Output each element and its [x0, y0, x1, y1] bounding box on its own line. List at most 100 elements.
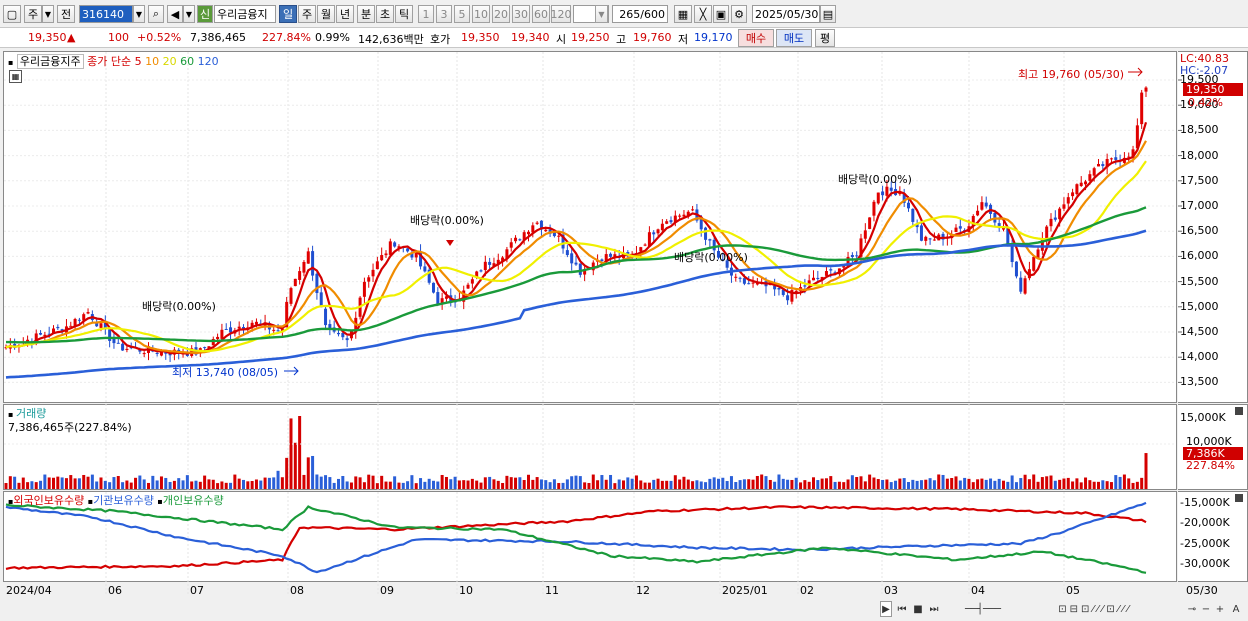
- volume-bar: [432, 480, 435, 489]
- holdings-legend: ▪외국인보유수량 ▪기관보유수량 ▪개인보유수량: [8, 494, 224, 507]
- volume-bar: [242, 479, 245, 489]
- candle-body: [470, 279, 474, 284]
- ma-label-20: 20: [162, 55, 177, 68]
- volume-bar: [1027, 479, 1031, 489]
- candle-body: [872, 201, 876, 216]
- candle-body: [786, 295, 790, 301]
- volume-bar: [470, 478, 474, 489]
- stop-icon[interactable]: ■: [911, 601, 925, 617]
- zoom-in-icon[interactable]: +: [1214, 601, 1226, 617]
- volume-bar: [518, 477, 522, 489]
- volume-bar: [820, 478, 824, 489]
- volume-bar: [125, 480, 129, 489]
- volume-bar: [324, 475, 328, 489]
- volume-bar: [876, 479, 880, 489]
- volume-bar: [997, 478, 1001, 489]
- candle-body: [876, 192, 880, 204]
- volume-bar: [570, 476, 574, 489]
- volume-bar: [799, 482, 803, 489]
- ma-label-5: 5: [134, 55, 142, 68]
- volume-bar: [984, 479, 988, 489]
- candle-body: [1023, 278, 1027, 294]
- volume-bar: [1019, 478, 1023, 489]
- candle-body: [509, 242, 513, 248]
- price-axis-label: 17,000: [1180, 199, 1219, 212]
- volume-bar: [565, 479, 569, 489]
- volume-bar: [64, 478, 68, 489]
- x-axis-label: 04: [971, 584, 985, 597]
- candle-body: [527, 231, 530, 235]
- volume-bar: [444, 476, 448, 489]
- drawing-tools-icon[interactable]: ⊡⊟⊡⁄⁄⁄⊡⁄⁄⁄: [1020, 601, 1170, 617]
- volume-bar: [881, 479, 885, 489]
- volume-bar: [1062, 478, 1066, 489]
- volume-bar: [682, 476, 686, 489]
- volume-bar: [86, 476, 90, 489]
- candle-body: [868, 217, 872, 229]
- foreign-holdings-label: 외국인보유수량: [13, 494, 85, 507]
- menu-icon[interactable]: ▪: [8, 58, 13, 67]
- volume-bar: [950, 478, 954, 489]
- zoom-out-icon[interactable]: −: [1200, 601, 1212, 617]
- volume-bar: [773, 481, 777, 489]
- candle-body: [678, 215, 682, 217]
- candle-body: [229, 327, 233, 333]
- holdings-pane-close-icon[interactable]: [1235, 494, 1243, 502]
- candle-body: [885, 186, 889, 196]
- volume-bar: [1032, 474, 1036, 489]
- volume-bar: [544, 480, 548, 489]
- dividend-note-3: 배당락(0.00%): [674, 251, 748, 264]
- volume-pane-close-icon[interactable]: [1235, 407, 1243, 415]
- candle-body: [77, 319, 81, 321]
- volume-bar: [380, 475, 384, 489]
- candle-body: [976, 210, 980, 216]
- x-axis-label: 09: [380, 584, 394, 597]
- calculator-icon[interactable]: ▦: [9, 70, 22, 83]
- fast-forward-icon[interactable]: ⏭: [927, 601, 941, 617]
- ma-line-5: [5, 121, 1148, 355]
- volume-bar: [289, 418, 293, 489]
- volume-bar: [552, 479, 556, 489]
- volume-bar: [397, 482, 401, 489]
- volume-bar: [82, 474, 86, 489]
- candle-body: [708, 239, 712, 241]
- volume-bar: [427, 478, 431, 489]
- scroll-right-icon[interactable]: ▶: [880, 601, 892, 617]
- shrink-icon[interactable]: ⊸: [1185, 601, 1199, 617]
- volume-bar: [1053, 480, 1057, 489]
- volume-bar: [419, 478, 423, 489]
- volume-bar: [794, 477, 798, 489]
- volume-bar: [768, 479, 772, 489]
- x-axis-label: 05: [1066, 584, 1080, 597]
- price-axis-label: 14,000: [1180, 350, 1219, 364]
- volume-bar: [328, 477, 332, 489]
- volume-bar: [514, 477, 518, 489]
- volume-bar: [734, 482, 738, 489]
- volume-bar: [704, 482, 708, 489]
- price-axis-label: 15,500: [1180, 274, 1219, 288]
- candle-body: [254, 321, 258, 325]
- font-size-icon[interactable]: A: [1229, 601, 1243, 617]
- volume-bar: [56, 476, 60, 489]
- volume-bar: [622, 480, 625, 489]
- x-axis-label: 12: [636, 584, 650, 597]
- candle-body: [125, 348, 129, 350]
- candle-body: [609, 253, 613, 257]
- volume-bar: [1014, 482, 1018, 489]
- volume-bar: [168, 481, 172, 489]
- candle-body: [669, 220, 673, 223]
- volume-bar: [77, 478, 81, 489]
- rewind-icon[interactable]: ⏮: [895, 601, 909, 617]
- candle-body: [578, 263, 582, 275]
- candle-body: [289, 288, 293, 304]
- volume-bar: [824, 478, 828, 489]
- volume-last-pct: 227.84%: [1186, 459, 1235, 472]
- candle-body: [1097, 163, 1100, 167]
- volume-bar: [932, 480, 936, 489]
- zoom-slider[interactable]: ──┤───: [948, 601, 1018, 617]
- candle-body: [863, 230, 867, 239]
- volume-bar: [211, 479, 215, 489]
- candle-body: [112, 338, 116, 344]
- volume-bar: [531, 479, 535, 489]
- candle-body: [643, 244, 647, 246]
